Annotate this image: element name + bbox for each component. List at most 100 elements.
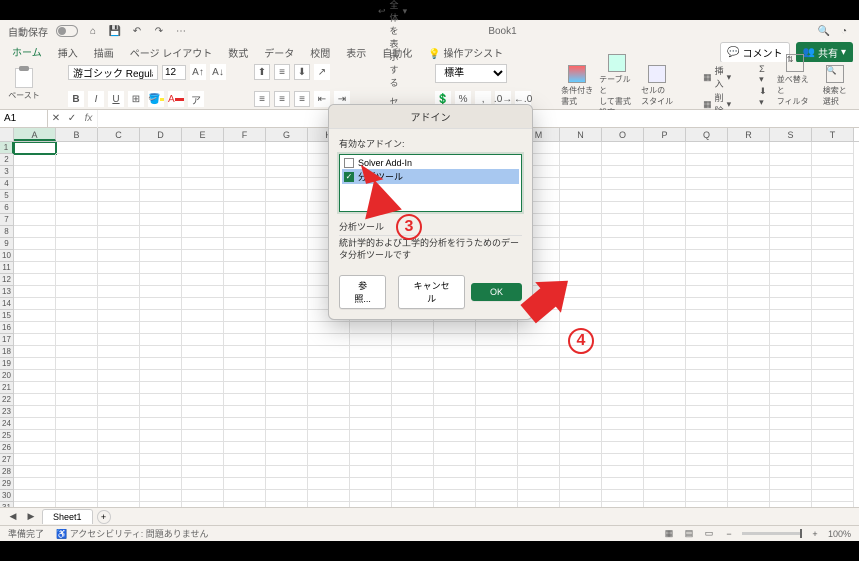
row-header-4[interactable]: 4 bbox=[0, 178, 14, 190]
cell-R3[interactable] bbox=[728, 166, 770, 178]
cell-L17[interactable] bbox=[476, 334, 518, 346]
zoom-level[interactable]: 100% bbox=[828, 529, 851, 539]
cell-N25[interactable] bbox=[560, 430, 602, 442]
cell-Q20[interactable] bbox=[686, 370, 728, 382]
undo-icon[interactable]: ↶ bbox=[130, 24, 144, 38]
row-header-26[interactable]: 26 bbox=[0, 442, 14, 454]
cell-D26[interactable] bbox=[140, 442, 182, 454]
cell-A3[interactable] bbox=[14, 166, 56, 178]
cell-D14[interactable] bbox=[140, 298, 182, 310]
save-icon[interactable]: 💾 bbox=[108, 24, 122, 38]
cell-D3[interactable] bbox=[140, 166, 182, 178]
cell-R12[interactable] bbox=[728, 274, 770, 286]
cancel-formula-icon[interactable]: ✕ bbox=[48, 111, 64, 127]
cell-G14[interactable] bbox=[266, 298, 308, 310]
cell-E22[interactable] bbox=[182, 394, 224, 406]
cell-Q12[interactable] bbox=[686, 274, 728, 286]
cell-S23[interactable] bbox=[770, 406, 812, 418]
number-format-select[interactable]: 標準 bbox=[435, 64, 507, 83]
view-page-break-icon[interactable]: ▭ bbox=[702, 527, 716, 541]
col-header-P[interactable]: P bbox=[644, 128, 686, 141]
cell-I26[interactable] bbox=[350, 442, 392, 454]
cell-D15[interactable] bbox=[140, 310, 182, 322]
cell-E17[interactable] bbox=[182, 334, 224, 346]
cell-T14[interactable] bbox=[812, 298, 854, 310]
cell-O11[interactable] bbox=[602, 262, 644, 274]
cell-F5[interactable] bbox=[224, 190, 266, 202]
cell-O15[interactable] bbox=[602, 310, 644, 322]
cell-S31[interactable] bbox=[770, 502, 812, 507]
cell-L26[interactable] bbox=[476, 442, 518, 454]
cell-E29[interactable] bbox=[182, 478, 224, 490]
font-name-select[interactable] bbox=[68, 65, 158, 80]
cell-O8[interactable] bbox=[602, 226, 644, 238]
cell-A17[interactable] bbox=[14, 334, 56, 346]
add-sheet-button[interactable]: + bbox=[97, 510, 111, 524]
row-header-31[interactable]: 31 bbox=[0, 502, 14, 507]
cell-D21[interactable] bbox=[140, 382, 182, 394]
row-header-29[interactable]: 29 bbox=[0, 478, 14, 490]
cell-C16[interactable] bbox=[98, 322, 140, 334]
cell-M16[interactable] bbox=[518, 322, 560, 334]
decrease-font-icon[interactable]: A↓ bbox=[210, 64, 226, 80]
cell-T19[interactable] bbox=[812, 358, 854, 370]
cell-L28[interactable] bbox=[476, 466, 518, 478]
addin-item-analysis[interactable]: ✓ 分析ツール bbox=[342, 169, 519, 184]
cell-P17[interactable] bbox=[644, 334, 686, 346]
cell-P12[interactable] bbox=[644, 274, 686, 286]
cell-Q16[interactable] bbox=[686, 322, 728, 334]
cell-H26[interactable] bbox=[308, 442, 350, 454]
cell-B18[interactable] bbox=[56, 346, 98, 358]
cell-D2[interactable] bbox=[140, 154, 182, 166]
cell-E2[interactable] bbox=[182, 154, 224, 166]
cell-F26[interactable] bbox=[224, 442, 266, 454]
row-header-28[interactable]: 28 bbox=[0, 466, 14, 478]
cell-L22[interactable] bbox=[476, 394, 518, 406]
cell-D20[interactable] bbox=[140, 370, 182, 382]
cell-G31[interactable] bbox=[266, 502, 308, 507]
cell-P8[interactable] bbox=[644, 226, 686, 238]
cell-T4[interactable] bbox=[812, 178, 854, 190]
cell-H20[interactable] bbox=[308, 370, 350, 382]
cell-A21[interactable] bbox=[14, 382, 56, 394]
cell-B11[interactable] bbox=[56, 262, 98, 274]
cell-P14[interactable] bbox=[644, 298, 686, 310]
cell-F28[interactable] bbox=[224, 466, 266, 478]
cell-R11[interactable] bbox=[728, 262, 770, 274]
cell-B30[interactable] bbox=[56, 490, 98, 502]
cell-L18[interactable] bbox=[476, 346, 518, 358]
cell-P1[interactable] bbox=[644, 142, 686, 154]
cell-N14[interactable] bbox=[560, 298, 602, 310]
cell-I31[interactable] bbox=[350, 502, 392, 507]
cell-B17[interactable] bbox=[56, 334, 98, 346]
underline-button[interactable]: U bbox=[108, 91, 124, 107]
cell-S29[interactable] bbox=[770, 478, 812, 490]
cell-T5[interactable] bbox=[812, 190, 854, 202]
cell-D16[interactable] bbox=[140, 322, 182, 334]
cell-T3[interactable] bbox=[812, 166, 854, 178]
cell-H29[interactable] bbox=[308, 478, 350, 490]
cell-F13[interactable] bbox=[224, 286, 266, 298]
cell-D29[interactable] bbox=[140, 478, 182, 490]
cell-J30[interactable] bbox=[392, 490, 434, 502]
cell-S22[interactable] bbox=[770, 394, 812, 406]
cell-F12[interactable] bbox=[224, 274, 266, 286]
cell-L21[interactable] bbox=[476, 382, 518, 394]
cell-M28[interactable] bbox=[518, 466, 560, 478]
cell-C31[interactable] bbox=[98, 502, 140, 507]
cell-G1[interactable] bbox=[266, 142, 308, 154]
cell-C1[interactable] bbox=[98, 142, 140, 154]
cell-A26[interactable] bbox=[14, 442, 56, 454]
cell-E11[interactable] bbox=[182, 262, 224, 274]
cell-C18[interactable] bbox=[98, 346, 140, 358]
cell-A23[interactable] bbox=[14, 406, 56, 418]
cell-P2[interactable] bbox=[644, 154, 686, 166]
cell-C29[interactable] bbox=[98, 478, 140, 490]
cell-G13[interactable] bbox=[266, 286, 308, 298]
font-size-select[interactable] bbox=[162, 65, 186, 80]
cell-H18[interactable] bbox=[308, 346, 350, 358]
cell-D23[interactable] bbox=[140, 406, 182, 418]
cell-A6[interactable] bbox=[14, 202, 56, 214]
cell-G17[interactable] bbox=[266, 334, 308, 346]
cell-P28[interactable] bbox=[644, 466, 686, 478]
